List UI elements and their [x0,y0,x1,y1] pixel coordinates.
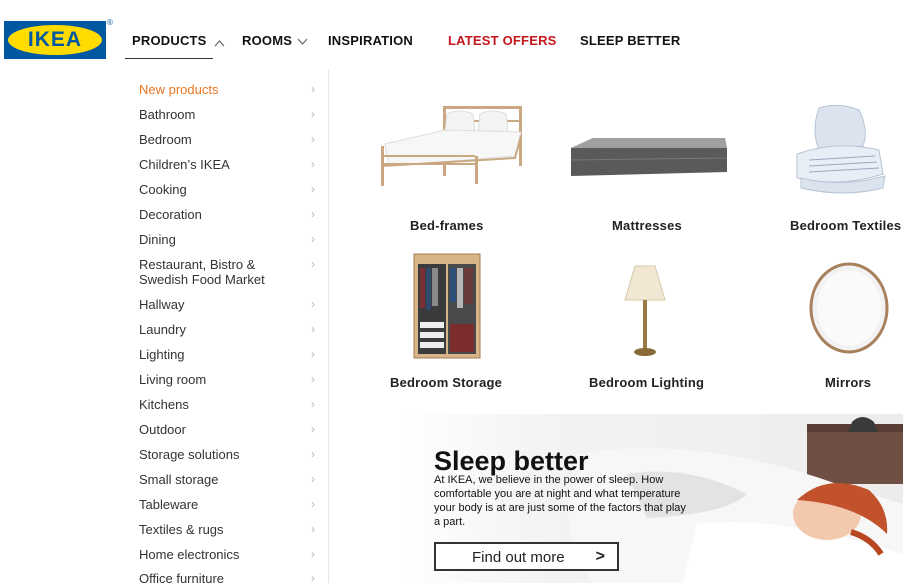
sidebar-item-label: Dining [139,232,176,247]
chevron-right-icon: › [311,297,315,311]
cta-label: Find out more [472,549,565,566]
products-sidebar: New products › Bathroom › Bedroom › Chil… [125,70,329,583]
sidebar-item-dining[interactable]: Dining › [139,232,319,247]
active-nav-underline [125,58,213,59]
sidebar-item-office-furniture[interactable]: Office furniture › [139,571,319,583]
sidebar-item-label: Kitchens [139,397,189,412]
sidebar-item-decoration[interactable]: Decoration › [139,207,319,222]
sidebar-item-tableware[interactable]: Tableware › [139,497,319,512]
sidebar-item-label: New products [139,82,219,97]
category-label: Bedroom Lighting [589,375,705,390]
sidebar-item-lighting[interactable]: Lighting › [139,347,319,362]
sleep-better-banner: Sleep better At IKEA, we believe in the … [397,414,903,583]
chevron-right-icon: › [311,347,315,361]
category-label: Mattresses [612,218,682,233]
sidebar-item-label: Decoration [139,207,202,222]
category-bed-frames[interactable]: Bed-frames [375,100,525,240]
sidebar-item-label: Restaurant, Bistro & Swedish Food Market [139,257,265,287]
sidebar-item-cooking[interactable]: Cooking › [139,182,319,197]
chevron-right-icon: › [311,107,315,121]
chevron-right-icon: › [311,207,315,221]
table-lamp-image [624,265,666,356]
sidebar-item-label: Outdoor [139,422,186,437]
sidebar-item-outdoor[interactable]: Outdoor › [139,422,319,437]
sidebar-item-label: Textiles & rugs [139,522,224,537]
sidebar-item-label: Lighting [139,347,185,362]
chevron-right-icon: › [311,547,315,561]
category-bedroom-storage[interactable]: Bedroom Storage [390,250,540,390]
sidebar-item-label: Hallway [139,297,185,312]
chevron-up-icon [214,40,225,47]
chevron-right-icon: › [311,322,315,336]
sidebar-item-label: Bedroom [139,132,192,147]
sidebar-item-label: Small storage [139,472,219,487]
logo-text: IKEA [27,28,83,51]
nav-rooms[interactable]: ROOMS [242,33,292,48]
nav-inspiration[interactable]: INSPIRATION [328,33,413,48]
banner-text: At IKEA, we believe in the power of slee… [434,474,686,528]
category-mirrors[interactable]: Mirrors [800,250,900,390]
site-header: IKEA ® PRODUCTS ROOMS INSPIRATION LATEST… [0,0,917,70]
category-label: Bedroom Storage [390,375,503,390]
sidebar-item-small-storage[interactable]: Small storage › [139,472,319,487]
registered-mark: ® [107,18,113,27]
sidebar-item-home-electronics[interactable]: Home electronics › [139,547,319,562]
category-mattresses[interactable]: Mattresses [565,100,735,240]
category-label: Mirrors [825,375,872,390]
sidebar-item-label: Laundry [139,322,186,337]
chevron-down-icon [297,38,308,45]
sidebar-item-restaurant[interactable]: Restaurant, Bistro & Swedish Food Market [139,257,279,287]
sidebar-item-label: Storage solutions [139,447,240,462]
nav-latest-offers[interactable]: LATEST OFFERS [448,33,557,48]
sidebar-item-bathroom[interactable]: Bathroom › [139,107,319,122]
logo-oval: IKEA [8,25,102,55]
sidebar-item-bedroom[interactable]: Bedroom › [139,132,319,147]
category-bedroom-lighting[interactable]: Bedroom Lighting [589,250,719,390]
wardrobe-image [413,253,481,359]
chevron-right-icon: › [311,422,315,436]
round-mirror-image [809,262,889,354]
category-label: Bedroom Textiles [790,218,902,233]
chevron-right-icon: › [311,497,315,511]
sidebar-item-hallway[interactable]: Hallway › [139,297,319,312]
chevron-right-icon: > [595,548,605,565]
chevron-right-icon: › [311,257,315,271]
ikea-logo[interactable]: IKEA [4,21,106,59]
sidebar-item-label: Bathroom [139,107,196,122]
sidebar-item-label: Living room [139,372,207,387]
category-bedroom-textiles[interactable]: Bedroom Textiles [785,100,917,240]
chevron-right-icon: › [311,232,315,246]
sidebar-item-textiles-rugs[interactable]: Textiles & rugs › [139,522,319,537]
nav-products[interactable]: PRODUCTS [132,33,207,48]
chevron-right-icon: › [311,571,315,583]
sidebar-item-label: Home electronics [139,547,240,562]
chevron-right-icon: › [311,372,315,386]
sidebar-item-living-room[interactable]: Living room › [139,372,319,387]
chevron-right-icon: › [311,522,315,536]
sidebar-item-kitchens[interactable]: Kitchens › [139,397,319,412]
sidebar-item-storage-solutions[interactable]: Storage solutions › [139,447,319,462]
category-label: Bed-frames [410,218,484,233]
sidebar-item-label: Cooking [139,182,187,197]
sidebar-item-label: Office furniture [139,571,225,583]
chevron-right-icon: › [311,132,315,146]
nav-sleep-better[interactable]: SLEEP BETTER [580,33,680,48]
chevron-right-icon: › [311,82,315,96]
find-out-more-button[interactable]: Find out more > [434,542,619,571]
sidebar-item-label: Tableware [139,497,199,512]
chevron-right-icon: › [311,397,315,411]
sidebar-item-new-products[interactable]: New products › [139,82,319,97]
sidebar-item-childrens-ikea[interactable]: Children’s IKEA › [139,157,319,172]
chevron-right-icon: › [311,157,315,171]
sidebar-item-label: Children’s IKEA [139,157,230,172]
sidebar-item-laundry[interactable]: Laundry › [139,322,319,337]
bedroom-textiles-image [796,104,886,194]
mattress-image [570,138,728,176]
bed-frame-image [381,106,522,186]
chevron-right-icon: › [311,472,315,486]
chevron-right-icon: › [311,182,315,196]
chevron-right-icon: › [311,447,315,461]
